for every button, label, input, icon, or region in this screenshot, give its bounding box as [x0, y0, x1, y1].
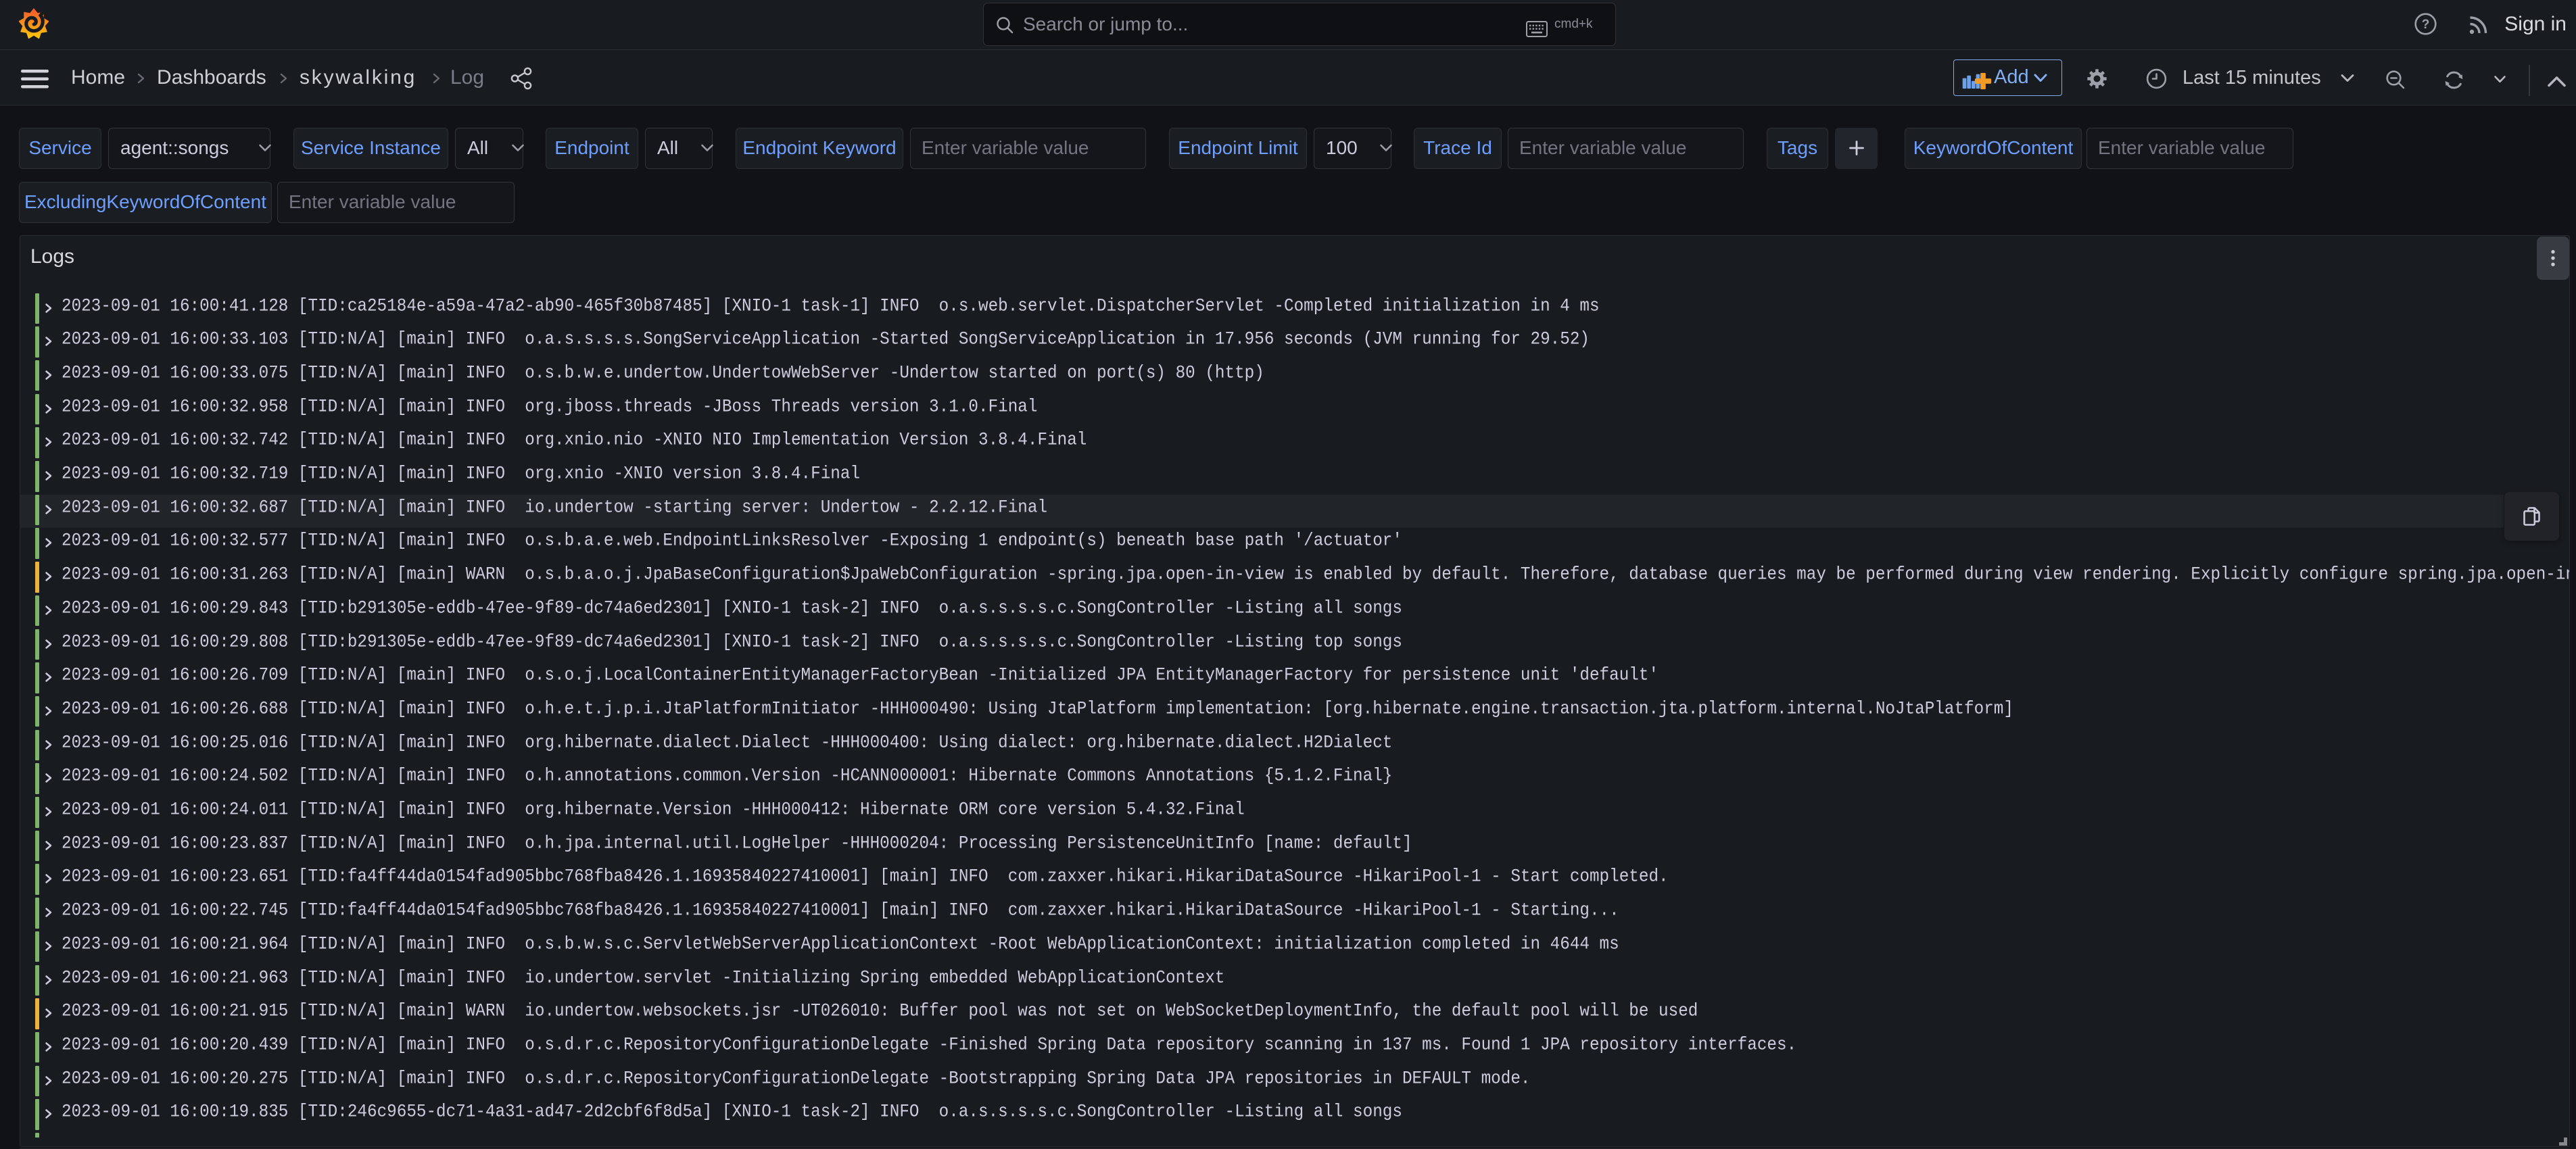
svg-text:?: ? — [2422, 18, 2430, 32]
